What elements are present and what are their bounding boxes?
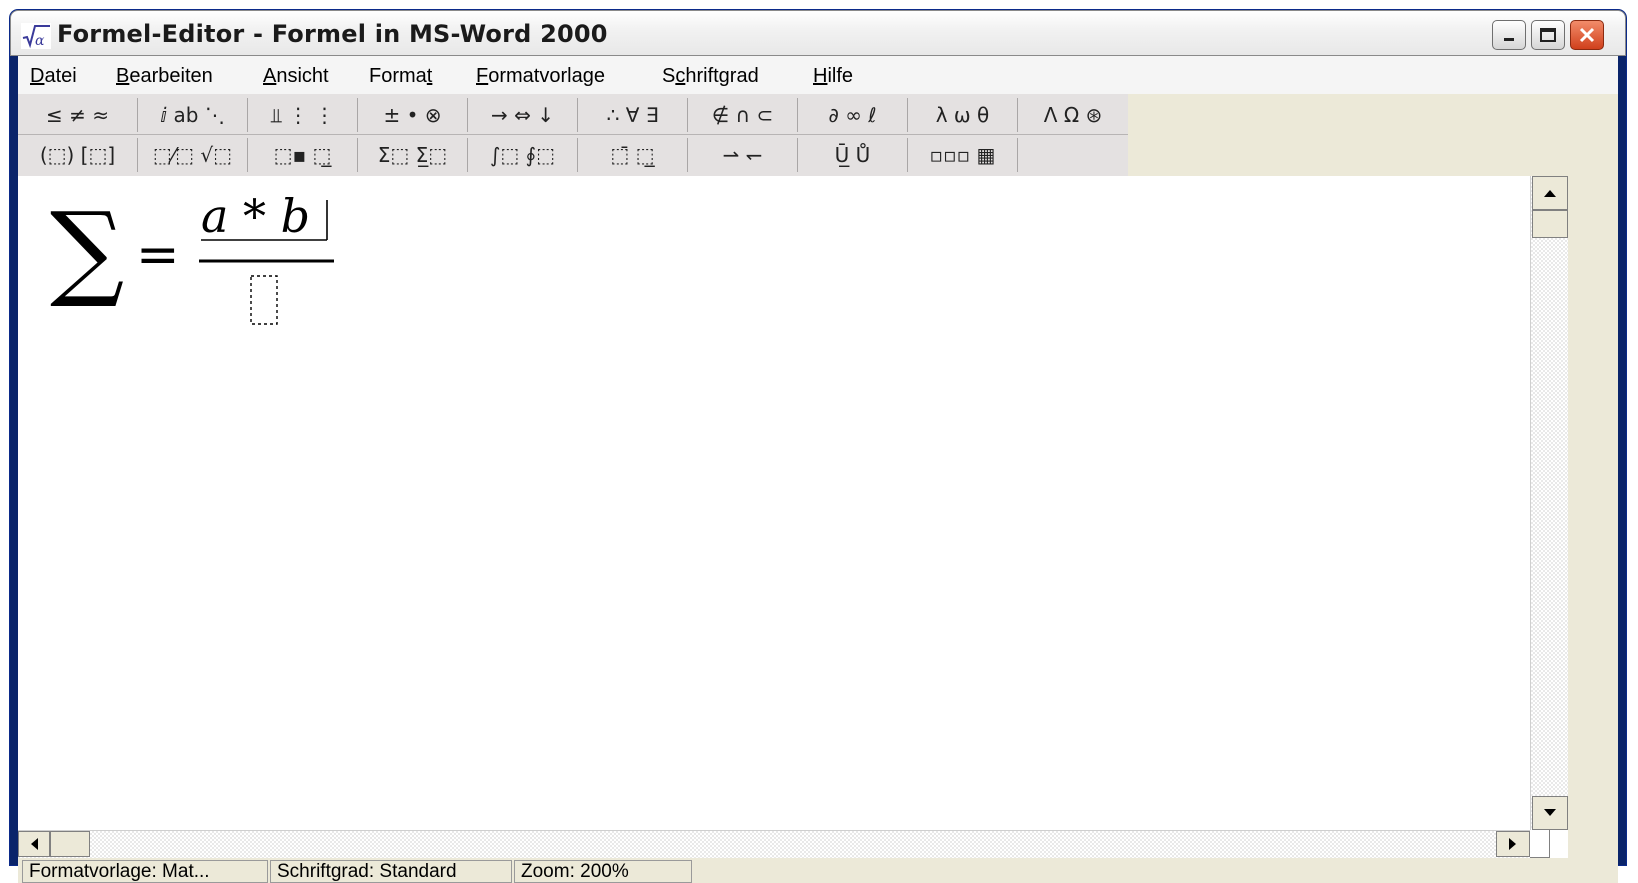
relations-palette[interactable]: ≤ ≠ ≈: [18, 98, 138, 132]
toolbar-divider: [18, 134, 1128, 135]
close-icon: [1579, 27, 1595, 43]
arrow-down-icon: [1544, 809, 1556, 816]
svg-text:α: α: [35, 33, 45, 49]
status-formatvorlage: Formatvorlage: Mat...: [22, 860, 268, 883]
scroll-up-button[interactable]: [1532, 176, 1568, 210]
menu-formatvorlage[interactable]: Formatvorlage: [476, 65, 605, 88]
status-schriftgrad: Schriftgrad: Standard: [270, 860, 512, 883]
equation-editor-app-icon[interactable]: α: [21, 23, 51, 49]
menu-schriftgrad[interactable]: Schriftgrad: [662, 65, 759, 88]
close-button[interactable]: [1570, 20, 1604, 50]
empty-denominator-slot[interactable]: [250, 275, 278, 325]
greek-lowercase-palette[interactable]: λ ω θ: [908, 98, 1018, 132]
logic-palette[interactable]: ∴ ∀ ∃: [578, 98, 688, 132]
client-area: Datei Bearbeiten Ansicht Format Formatvo…: [18, 56, 1618, 883]
formula-editing-area[interactable]: ∑ = a * b: [18, 176, 1530, 830]
empty-palette-slot: [1018, 138, 1128, 172]
arrows-palette[interactable]: → ⇔ ↓: [468, 98, 578, 132]
menu-ansicht[interactable]: Ansicht: [263, 65, 329, 88]
operators-palette[interactable]: ± • ⊗: [358, 98, 468, 132]
arrow-up-icon: [1544, 190, 1556, 197]
greek-uppercase-palette[interactable]: Λ Ω ⊛: [1018, 98, 1128, 132]
formel-editor-window: α Formel-Editor - Formel in MS-Word 2000…: [10, 10, 1626, 883]
title-bar[interactable]: α Formel-Editor - Formel in MS-Word 2000: [10, 10, 1626, 56]
maximize-icon: [1540, 28, 1556, 42]
maximize-button[interactable]: [1531, 20, 1565, 50]
labeled-arrow-templates-palette[interactable]: ⇀ ↽: [688, 138, 798, 172]
equals-sign: =: [136, 225, 180, 285]
menu-bearbeiten[interactable]: Bearbeiten: [116, 65, 213, 88]
formula[interactable]: ∑ = a * b: [18, 176, 418, 376]
fence-templates-palette[interactable]: (⬚) [⬚]: [18, 138, 138, 172]
embellishments-palette[interactable]: ⫫ ⋮ ⋮: [248, 98, 358, 132]
horizontal-scrollbar[interactable]: [18, 830, 1530, 858]
arrow-left-icon: [31, 838, 38, 850]
arrow-right-icon: [1509, 838, 1516, 850]
scroll-down-button[interactable]: [1532, 796, 1568, 830]
underbar-overbar-templates-palette[interactable]: ⬚̄ ⬚̲: [578, 138, 688, 172]
menu-datei[interactable]: Datei: [30, 65, 77, 88]
menu-format[interactable]: Format: [369, 65, 432, 88]
minimize-button[interactable]: [1492, 20, 1526, 50]
scroll-left-button[interactable]: [18, 831, 50, 857]
template-palette-row: (⬚) [⬚] ⬚⁄⬚ √⬚ ⬚▪ ⬚̲ Σ⬚ Σ̲⬚ ∫⬚ ∮⬚ ⬚̄ ⬚̲ …: [18, 136, 1128, 176]
symbol-toolbar: ≤ ≠ ≈ ⅈ ab ⋱ ⫫ ⋮ ⋮ ± • ⊗ → ⇔ ↓ ∴ ∀ ∃ ∉ ∩…: [18, 94, 1128, 176]
product-templates-palette[interactable]: Ū̲ Ů: [798, 138, 908, 172]
spaces-ellipses-palette[interactable]: ⅈ ab ⋱: [138, 98, 248, 132]
summation-templates-palette[interactable]: Σ⬚ Σ̲⬚: [358, 138, 468, 172]
integral-templates-palette[interactable]: ∫⬚ ∮⬚: [468, 138, 578, 172]
misc-symbols-palette[interactable]: ∂ ∞ ℓ: [798, 98, 908, 132]
script-templates-palette[interactable]: ⬚▪ ⬚̲: [248, 138, 358, 172]
numerator-text[interactable]: a * b: [201, 189, 310, 243]
window-title: Formel-Editor - Formel in MS-Word 2000: [57, 20, 608, 48]
scroll-right-button[interactable]: [1496, 831, 1530, 857]
menu-bar: Datei Bearbeiten Ansicht Format Formatvo…: [18, 56, 1618, 94]
summation-sign: ∑: [50, 189, 124, 311]
vertical-scroll-thumb[interactable]: [1532, 210, 1568, 238]
fraction-radical-templates-palette[interactable]: ⬚⁄⬚ √⬚: [138, 138, 248, 172]
vertical-scrollbar[interactable]: [1530, 176, 1568, 830]
size-grip[interactable]: [1530, 830, 1568, 858]
status-zoom: Zoom: 200%: [514, 860, 692, 883]
matrix-templates-palette[interactable]: ▫▫▫ ▦: [908, 138, 1018, 172]
set-theory-palette[interactable]: ∉ ∩ ⊂: [688, 98, 798, 132]
symbol-palette-row: ≤ ≠ ≈ ⅈ ab ⋱ ⫫ ⋮ ⋮ ± • ⊗ → ⇔ ↓ ∴ ∀ ∃ ∉ ∩…: [18, 96, 1128, 136]
status-bar: Formatvorlage: Mat... Schriftgrad: Stand…: [18, 858, 1618, 883]
horizontal-scroll-thumb[interactable]: [50, 831, 90, 857]
menu-hilfe[interactable]: Hilfe: [813, 65, 853, 88]
minimize-icon: [1504, 38, 1514, 41]
